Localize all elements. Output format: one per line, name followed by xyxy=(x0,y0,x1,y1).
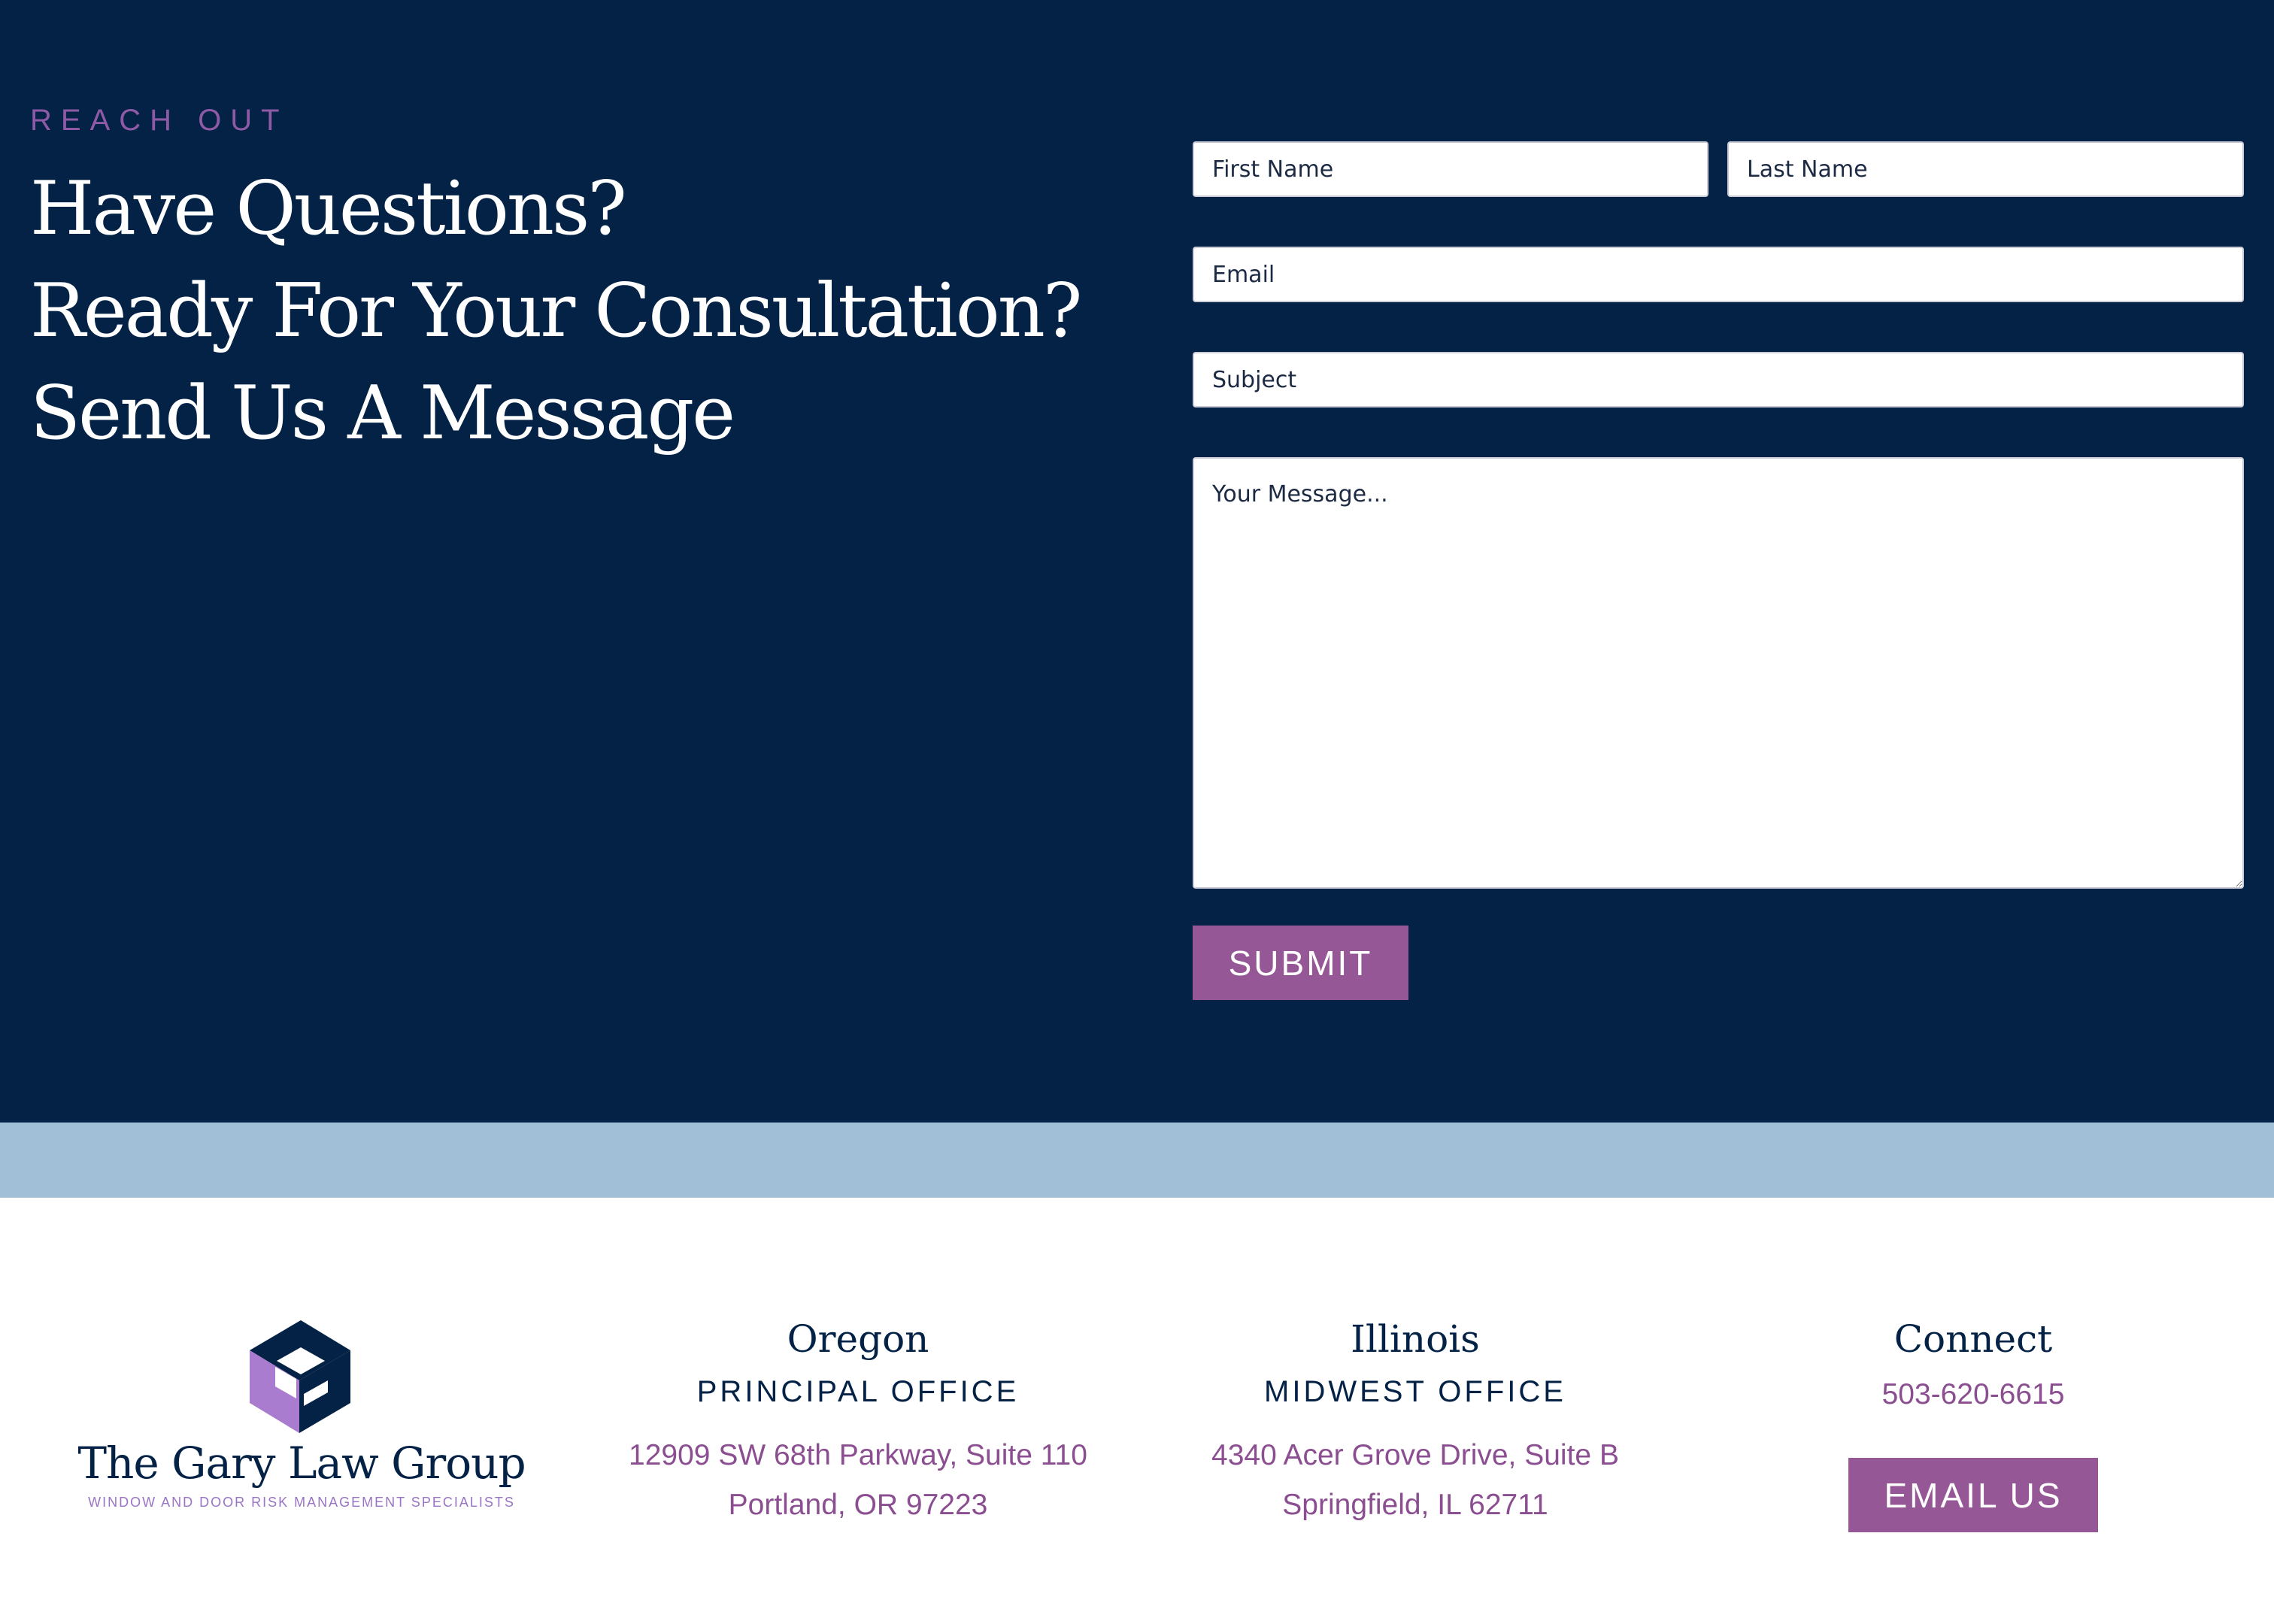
email-input[interactable] xyxy=(1193,247,2244,302)
last-name-input[interactable] xyxy=(1727,141,2244,197)
section-eyebrow: REACH OUT xyxy=(30,104,289,137)
first-name-input[interactable] xyxy=(1193,141,1709,197)
office-subtitle: MIDWEST OFFICE xyxy=(1264,1375,1566,1408)
divider-band xyxy=(0,1123,2274,1198)
office-illinois: Illinois MIDWEST OFFICE 4340 Acer Grove … xyxy=(1152,1312,1678,1530)
logo-tagline: WINDOW AND DOOR RISK MANAGEMENT SPECIALI… xyxy=(88,1495,515,1510)
office-address-line[interactable]: 12909 SW 68th Parkway, Suite 110 xyxy=(595,1431,1121,1480)
contact-headline: Have Questions? Ready For Your Consultat… xyxy=(30,158,1128,465)
contact-section: REACH OUT Have Questions? Ready For Your… xyxy=(0,0,2274,1123)
logo-name: The Gary Law Group xyxy=(77,1438,526,1489)
headline-line-1: Have Questions? xyxy=(30,166,627,252)
phone-link[interactable]: 503-620-6615 xyxy=(1710,1374,2236,1416)
office-address-line[interactable]: Springfield, IL 62711 xyxy=(1152,1480,1678,1530)
cube-logo-icon xyxy=(250,1320,350,1433)
office-title: Illinois xyxy=(1351,1317,1480,1361)
headline-line-2: Ready For Your Consultation? xyxy=(30,268,1082,354)
office-subtitle: PRINCIPAL OFFICE xyxy=(696,1375,1020,1408)
subject-input[interactable] xyxy=(1193,352,2244,408)
submit-button[interactable]: SUBMIT xyxy=(1193,926,1408,1000)
connect-title: Connect xyxy=(1893,1317,2053,1361)
office-address-line[interactable]: Portland, OR 97223 xyxy=(595,1480,1121,1530)
office-address-line[interactable]: 4340 Acer Grove Drive, Suite B xyxy=(1152,1431,1678,1480)
headline-line-3: Send Us A Message xyxy=(30,371,735,456)
email-us-button[interactable]: EMAIL US xyxy=(1848,1458,2098,1532)
connect-column: Connect 503-620-6615 xyxy=(1710,1312,2236,1416)
office-oregon: Oregon PRINCIPAL OFFICE 12909 SW 68th Pa… xyxy=(595,1312,1121,1530)
message-textarea[interactable] xyxy=(1193,457,2244,889)
office-title: Oregon xyxy=(787,1317,929,1361)
company-logo[interactable]: The Gary Law Group WINDOW AND DOOR RISK … xyxy=(72,1317,531,1513)
